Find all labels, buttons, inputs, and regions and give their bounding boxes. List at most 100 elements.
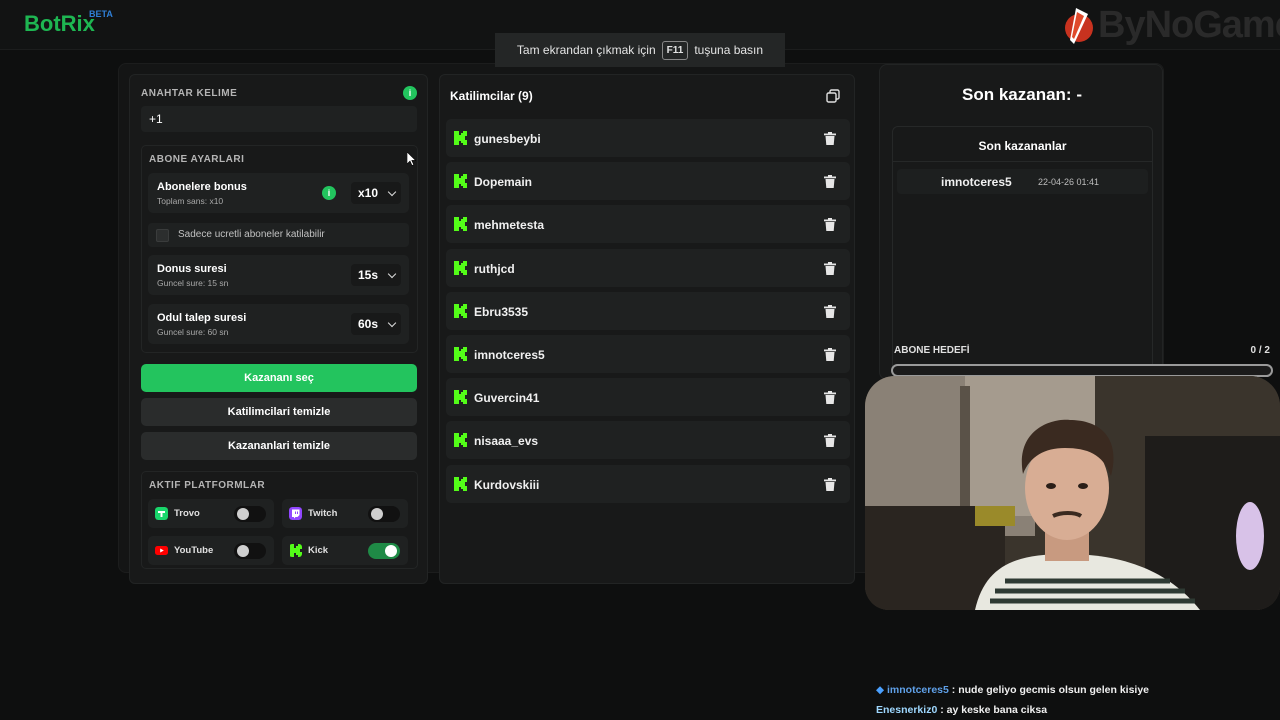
info-icon[interactable]: i (403, 86, 417, 100)
trash-icon[interactable] (824, 218, 836, 232)
winner-panel: Son kazanan: - Son kazananlar imnotceres… (879, 64, 1163, 380)
claim-duration-title: Odul talep suresi (157, 312, 247, 324)
kick-icon (454, 260, 467, 275)
recent-winners-title: Son kazananlar (978, 139, 1067, 153)
chevron-down-icon (387, 269, 397, 279)
winner-date: 22-04-26 01:41 (1038, 177, 1100, 187)
sub-bonus-card: Abonelere bonus Toplam sans: x10 i x10 (148, 173, 409, 213)
trovo-toggle[interactable] (234, 506, 266, 522)
trash-icon[interactable] (824, 304, 836, 318)
twitch-toggle[interactable] (368, 506, 400, 522)
chat-username: imnotceres5 (887, 684, 949, 696)
sub-bonus-info-icon[interactable]: i (322, 186, 336, 200)
bynogame-mark-icon (1065, 8, 1093, 44)
clear-participants-button[interactable]: Katilimcilari temizle (141, 398, 417, 426)
spin-duration-value: 15s (358, 268, 379, 282)
kick-icon (454, 303, 467, 318)
participant-name: ruthjcd (474, 261, 515, 276)
chat-text: : ay keske bana ciksa (937, 704, 1048, 716)
copy-icon[interactable] (826, 89, 840, 103)
kick-icon (454, 390, 467, 405)
chat-message: ◆ imnotceres5 : nude geliyo gecmis olsun… (876, 684, 1149, 696)
spin-duration-title: Donus suresi (157, 263, 227, 275)
chevron-down-icon (387, 187, 397, 197)
fullscreen-hint: Tam ekrandan çıkmak için F11 tuşuna bası… (495, 33, 785, 67)
participant-name: Kurdovskiii (474, 477, 540, 492)
platform-trovo: Trovo (148, 499, 274, 528)
botrix-logo[interactable]: BotRix (24, 11, 95, 37)
platform-trovo-label: Trovo (174, 508, 200, 519)
webcam-feed-image (865, 376, 1280, 610)
f11-key: F11 (661, 40, 689, 60)
kick-icon (454, 174, 467, 189)
chat-message: Enesnerkiz0 : ay keske bana ciksa (876, 704, 1047, 716)
kick-toggle[interactable] (368, 543, 400, 559)
trash-icon[interactable] (824, 347, 836, 361)
participant-name: imnotceres5 (474, 347, 545, 362)
trash-icon[interactable] (824, 132, 836, 145)
spin-duration-select[interactable]: 15s (351, 264, 401, 286)
participant-name: mehmetesta (474, 218, 545, 233)
mouse-cursor-icon (407, 152, 416, 166)
participant-row: gunesbeybi (446, 119, 850, 157)
youtube-icon (155, 546, 168, 555)
bynogame-logo: ByNoGame (1060, 4, 1280, 48)
platform-kick: Kick (282, 536, 408, 565)
sub-bonus-subtitle: Toplam sans: x10 (157, 196, 224, 206)
kick-icon (454, 346, 467, 361)
kick-icon (454, 433, 467, 448)
last-winner-title: Son kazanan: - (962, 85, 1082, 104)
chevron-down-icon (387, 318, 397, 328)
bynogame-wordmark: ByNoGame (1098, 4, 1280, 46)
youtube-toggle[interactable] (234, 543, 266, 559)
sub-goal-count: 0 / 2 (1250, 345, 1270, 356)
claim-duration-select[interactable]: 60s (351, 313, 401, 335)
participant-row: ruthjcd (446, 248, 850, 287)
claim-duration-value: 60s (358, 317, 379, 331)
platform-kick-label: Kick (308, 545, 329, 556)
participant-row: Ebru3535 (446, 291, 850, 330)
kick-icon (454, 131, 467, 145)
sub-bonus-value: x10 (358, 186, 379, 200)
subscriber-settings-label: ABONE AYARLARI (149, 154, 245, 165)
paid-only-label: Sadece ucretli aboneler katilabilir (178, 229, 325, 240)
divider (893, 161, 1152, 162)
participant-row: mehmetesta (446, 205, 850, 244)
sub-bonus-title: Abonelere bonus (157, 181, 247, 193)
paid-only-checkbox[interactable] (156, 229, 169, 242)
fullscreen-hint-before: Tam ekrandan çıkmak için (516, 43, 656, 57)
sub-bonus-select[interactable]: x10 (351, 182, 401, 204)
kick-icon (290, 544, 302, 557)
trash-icon[interactable] (824, 391, 836, 405)
spin-duration-card: Donus suresi Guncel sure: 15 sn 15s (148, 255, 409, 295)
participant-row: nisaaa_evs (446, 421, 850, 460)
participant-row: Kurdovskiii (446, 464, 850, 503)
pick-winner-button[interactable]: Kazananı seç (141, 364, 417, 392)
platforms-section: AKTIF PLATFORMLAR Trovo Twitch YouTube K… (141, 471, 418, 569)
platform-youtube-label: YouTube (174, 545, 214, 556)
paid-only-row[interactable]: Sadece ucretli aboneler katilabilir (148, 223, 409, 247)
participant-name: nisaaa_evs (474, 434, 539, 449)
settings-panel: ANAHTAR KELIME i ABONE AYARLARI Aboneler… (129, 74, 428, 584)
chat-username: Enesnerkiz0 (876, 704, 938, 716)
participants-title: Katilimcilar (9) (450, 89, 533, 103)
spin-duration-subtitle: Guncel sure: 15 sn (157, 278, 229, 288)
chat-text: : nude geliyo gecmis olsun gelen kisiye (948, 684, 1150, 696)
platform-twitch: Twitch (282, 499, 408, 528)
platform-twitch-label: Twitch (308, 508, 338, 519)
platform-youtube: YouTube (148, 536, 274, 565)
recent-winners-box: Son kazananlar imnotceres5 22-04-26 01:4… (892, 126, 1153, 376)
participant-name: Dopemain (474, 175, 533, 190)
participant-name: Guvercin41 (474, 391, 540, 406)
clear-winners-button[interactable]: Kazananlari temizle (141, 432, 417, 460)
trash-icon[interactable] (824, 434, 836, 448)
winner-row: imnotceres5 22-04-26 01:41 (897, 169, 1148, 194)
subscriber-settings-section: ABONE AYARLARI Abonelere bonus Toplam sa… (141, 145, 418, 353)
keyword-input[interactable] (141, 106, 417, 132)
trovo-icon (155, 507, 168, 520)
trash-icon[interactable] (824, 175, 836, 189)
trash-icon[interactable] (824, 477, 836, 491)
participants-panel: Katilimcilar (9) gunesbeybi Dopemain meh… (439, 74, 855, 584)
trash-icon[interactable] (824, 261, 836, 275)
participant-row: Dopemain (446, 162, 850, 201)
